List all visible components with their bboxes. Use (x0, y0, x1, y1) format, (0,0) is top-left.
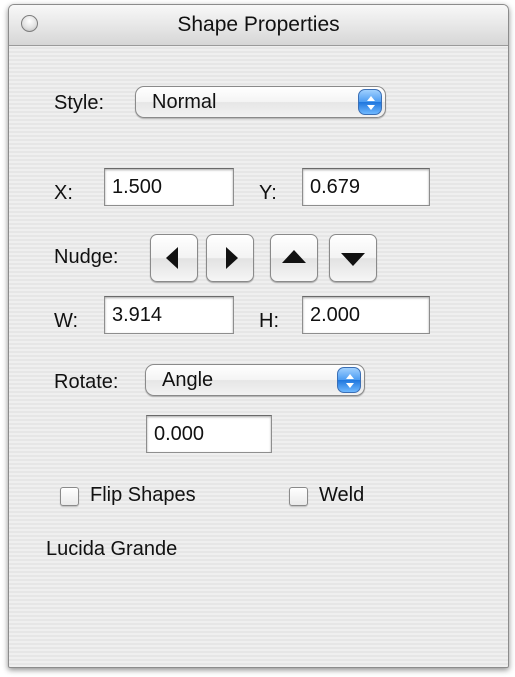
w-field[interactable] (104, 296, 234, 334)
w-label: W: (54, 310, 79, 332)
weld-label: Weld (319, 484, 365, 506)
font-name-text: Lucida Grande (46, 538, 178, 560)
weld-checkbox[interactable] (289, 487, 308, 506)
popup-arrows-icon (337, 367, 361, 393)
down-arrow-icon (341, 253, 365, 266)
shape-properties-window: Shape Properties Style: Normal X: Y: Nud… (8, 4, 509, 668)
rotate-label: Rotate: (54, 371, 119, 393)
up-arrow-icon (282, 250, 306, 263)
left-arrow-icon (166, 247, 178, 269)
x-label: X: (54, 182, 73, 204)
window-title: Shape Properties (177, 13, 340, 36)
title-bar[interactable]: Shape Properties (9, 5, 508, 46)
popup-arrows-icon (358, 89, 382, 115)
h-label: H: (259, 310, 279, 332)
style-popup[interactable]: Normal (135, 86, 386, 118)
y-field[interactable] (302, 168, 430, 206)
y-label: Y: (259, 182, 277, 204)
rotate-popup-value: Angle (162, 369, 214, 391)
nudge-up-button[interactable] (270, 234, 318, 282)
right-arrow-icon (226, 247, 238, 269)
x-field[interactable] (104, 168, 234, 206)
rotate-popup[interactable]: Angle (145, 364, 365, 396)
style-label: Style: (54, 92, 105, 114)
h-field[interactable] (302, 296, 430, 334)
flip-shapes-label: Flip Shapes (90, 484, 196, 506)
nudge-down-button[interactable] (329, 234, 377, 282)
nudge-right-button[interactable] (206, 234, 254, 282)
rotate-angle-field[interactable] (146, 415, 272, 453)
nudge-label: Nudge: (54, 246, 119, 268)
flip-shapes-checkbox[interactable] (60, 487, 79, 506)
style-popup-value: Normal (152, 91, 217, 113)
nudge-left-button[interactable] (150, 234, 198, 282)
